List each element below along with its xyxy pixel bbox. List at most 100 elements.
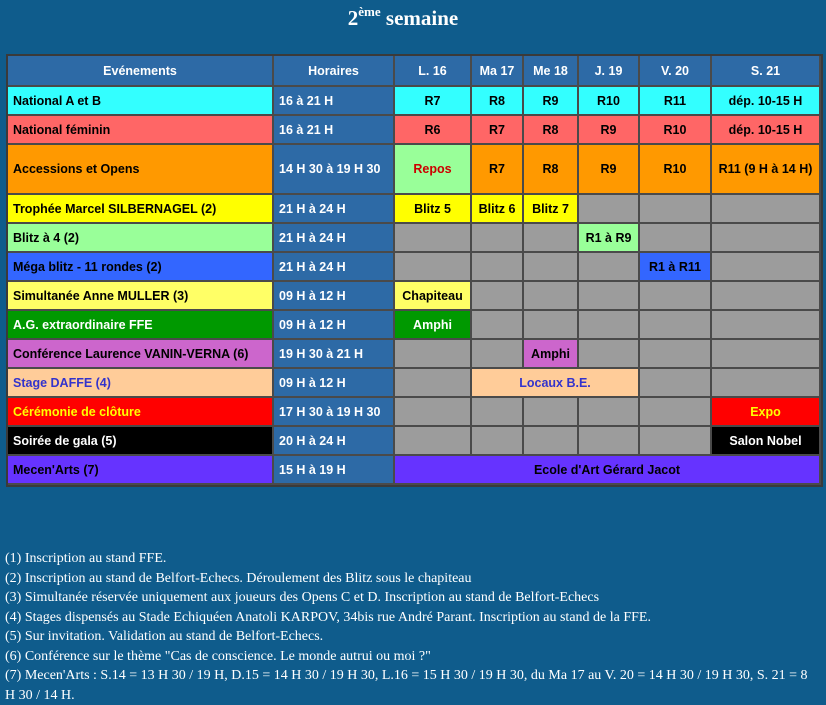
event-hours: 21 H à 24 H (274, 253, 395, 282)
table-row: Cérémonie de clôture 17 H 30 à 19 H 30 E… (8, 398, 821, 427)
header-day-l16: L. 16 (395, 56, 472, 87)
event-name: Soirée de gala (5) (8, 427, 274, 456)
event-hours: 17 H 30 à 19 H 30 (274, 398, 395, 427)
day-cell: R9 (579, 116, 640, 145)
day-cell: R8 (524, 116, 579, 145)
day-cell: R10 (640, 145, 712, 195)
empty-cell (472, 311, 524, 340)
empty-cell (395, 427, 472, 456)
day-cell: Repos (395, 145, 472, 195)
empty-cell (640, 369, 712, 398)
event-hours: 09 H à 12 H (274, 282, 395, 311)
table-row: Méga blitz - 11 rondes (2) 21 H à 24 H R… (8, 253, 821, 282)
empty-cell (524, 224, 579, 253)
day-cell: R8 (524, 145, 579, 195)
day-cell: Expo (712, 398, 821, 427)
empty-cell (712, 224, 821, 253)
empty-cell (640, 340, 712, 369)
event-name: A.G. extraordinaire FFE (8, 311, 274, 340)
day-cell: Chapiteau (395, 282, 472, 311)
day-cell: dép. 10-15 H (712, 116, 821, 145)
title-number: 2 (347, 6, 359, 30)
day-cell: R7 (395, 87, 472, 116)
event-hours: 19 H 30 à 21 H (274, 340, 395, 369)
table-row: Accessions et Opens 14 H 30 à 19 H 30 Re… (8, 145, 821, 195)
event-name: Conférence Laurence VANIN-VERNA (6) (8, 340, 274, 369)
empty-cell (640, 427, 712, 456)
event-name: Cérémonie de clôture (8, 398, 274, 427)
header-day-s21: S. 21 (712, 56, 821, 87)
event-name: Mecen'Arts (7) (8, 456, 274, 485)
event-hours: 21 H à 24 H (274, 195, 395, 224)
day-cell: R11 (640, 87, 712, 116)
table-row: Blitz à 4 (2) 21 H à 24 H R1 à R9 (8, 224, 821, 253)
title-text: semaine (380, 6, 459, 30)
footnote: (1) Inscription au stand FFE. (5, 551, 167, 566)
day-cell: R9 (579, 145, 640, 195)
empty-cell (712, 340, 821, 369)
table-row: National A et B 16 à 21 H R7 R8 R9 R10 R… (8, 87, 821, 116)
header-row: Evénements Horaires L. 16 Ma 17 Me 18 J.… (8, 56, 821, 87)
day-cell: R11 (9 H à 14 H) (712, 145, 821, 195)
empty-cell (712, 282, 821, 311)
day-cell: Blitz 7 (524, 195, 579, 224)
header-events: Evénements (8, 56, 274, 87)
empty-cell (579, 282, 640, 311)
footnote: (4) Stages dispensés au Stade Echiquéen … (5, 609, 651, 625)
empty-cell (472, 427, 524, 456)
empty-cell (524, 253, 579, 282)
day-cell: Amphi (524, 340, 579, 369)
day-cell: Blitz 5 (395, 195, 472, 224)
day-cell: R10 (579, 87, 640, 116)
table-row: Conférence Laurence VANIN-VERNA (6) 19 H… (8, 340, 821, 369)
empty-cell (579, 195, 640, 224)
day-cell: dép. 10-15 H (712, 87, 821, 116)
footnotes: (1) Inscription au stand FFE. (2) Inscri… (5, 549, 817, 705)
event-hours: 21 H à 24 H (274, 224, 395, 253)
table-row: Trophée Marcel SILBERNAGEL (2) 21 H à 24… (8, 195, 821, 224)
empty-cell (524, 311, 579, 340)
event-name: Méga blitz - 11 rondes (2) (8, 253, 274, 282)
empty-cell (712, 195, 821, 224)
footnote: (5) Sur invitation. Validation au stand … (5, 629, 324, 644)
day-cell: Salon Nobel (712, 427, 821, 456)
table-row: Mecen'Arts (7) 15 H à 19 H Ecole d'Art G… (8, 456, 821, 485)
day-cell: Ecole d'Art Gérard Jacot (395, 456, 821, 485)
empty-cell (712, 311, 821, 340)
event-hours: 09 H à 12 H (274, 311, 395, 340)
empty-cell (579, 253, 640, 282)
day-cell: R10 (640, 116, 712, 145)
day-cell: R8 (472, 87, 524, 116)
table-row: Soirée de gala (5) 20 H à 24 H Salon Nob… (8, 427, 821, 456)
empty-cell (524, 398, 579, 427)
header-day-ma17: Ma 17 (472, 56, 524, 87)
event-name: Simultanée Anne MULLER (3) (8, 282, 274, 311)
empty-cell (395, 398, 472, 427)
day-cell: Amphi (395, 311, 472, 340)
table-row: A.G. extraordinaire FFE 09 H à 12 H Amph… (8, 311, 821, 340)
event-hours: 09 H à 12 H (274, 369, 395, 398)
day-cell: Locaux B.E. (472, 369, 640, 398)
empty-cell (395, 340, 472, 369)
empty-cell (640, 398, 712, 427)
day-cell: Blitz 6 (472, 195, 524, 224)
empty-cell (472, 253, 524, 282)
table-row: Stage DAFFE (4) 09 H à 12 H Locaux B.E. (8, 369, 821, 398)
empty-cell (472, 224, 524, 253)
empty-cell (579, 311, 640, 340)
empty-cell (579, 398, 640, 427)
title-superscript: ème (358, 4, 381, 19)
event-hours: 14 H 30 à 19 H 30 (274, 145, 395, 195)
header-day-j19: J. 19 (579, 56, 640, 87)
day-cell: R1 à R9 (579, 224, 640, 253)
empty-cell (640, 224, 712, 253)
event-hours: 16 à 21 H (274, 87, 395, 116)
day-cell: R1 à R11 (640, 253, 712, 282)
empty-cell (640, 282, 712, 311)
footnote: (3) Simultanée réservée uniquement aux j… (5, 590, 600, 605)
header-day-v20: V. 20 (640, 56, 712, 87)
event-name: National féminin (8, 116, 274, 145)
empty-cell (712, 369, 821, 398)
empty-cell (524, 282, 579, 311)
empty-cell (579, 427, 640, 456)
